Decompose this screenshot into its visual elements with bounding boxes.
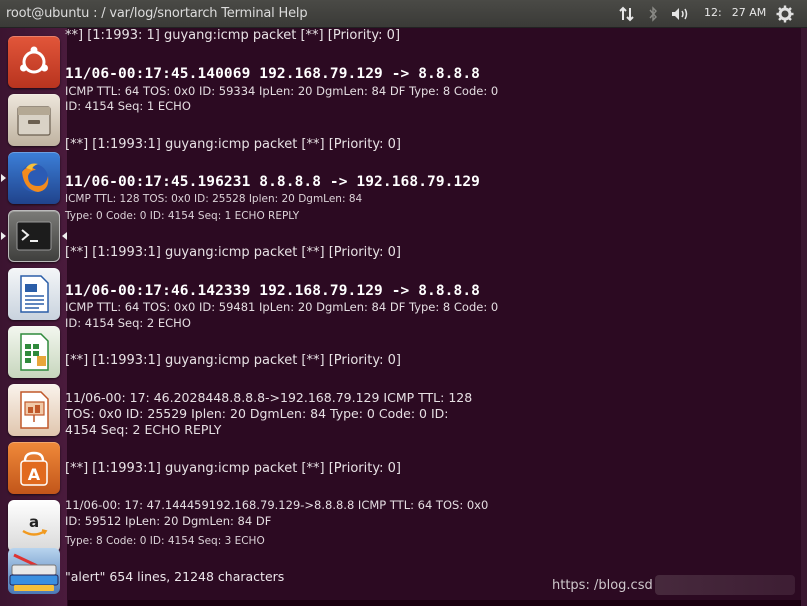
terminal-line: Type: 0 Code: 0 ID: 4154 Seq: 1 ECHO REP… [65, 210, 300, 222]
window-title: root@ubuntu : / var/log/snortarch Termin… [6, 6, 308, 21]
terminal-line: TOS: 0x0 ID: 25529 Iplen: 20 DgmLen: 84 … [65, 406, 449, 421]
terminal-active-pip [62, 232, 67, 240]
svg-text:A: A [28, 465, 41, 484]
terminal-line: ICMP TTL: 128 TOS: 0x0 ID: 25528 Iplen: … [65, 193, 363, 205]
terminal-line: Type: 8 Code: 0 ID: 4154 Seq: 3 ECHO [65, 535, 265, 547]
editor-status-line: "alert" 654 lines, 21248 characters [65, 569, 285, 584]
terminal-line: [**] [1:1993:1] guyang:icmp packet [**] … [65, 461, 401, 476]
watermark-blur [655, 575, 795, 595]
libreoffice-impress-icon[interactable] [8, 384, 60, 436]
bluetooth-icon[interactable] [648, 6, 658, 22]
terminal-line: ID: 4154 Seq: 1 ECHO [65, 99, 191, 113]
terminal-border [801, 28, 807, 606]
terminal-line: 11/06-00: 17: 47.144459192.168.79.129->8… [65, 498, 489, 512]
launcher: A a [0, 28, 68, 606]
clock[interactable]: 12: 27 AM [704, 6, 766, 19]
watermark-text: https: /blog.csd [552, 578, 653, 593]
terminal-line: [**] [1:1993:1] guyang:icmp packet [**] … [65, 245, 401, 260]
terminal-line: 11/06-00:17:46.142339 192.168.79.129 -> … [65, 283, 480, 299]
terminal-icon[interactable] [8, 210, 60, 262]
terminal-line: [**] [1:1993:1] guyang:icmp packet [**] … [65, 353, 401, 368]
files-icon[interactable] [8, 94, 60, 146]
terminal-line: ICMP TTL: 64 TOS: 0x0 ID: 59481 IpLen: 2… [65, 300, 499, 314]
network-icon[interactable] [618, 6, 636, 22]
clock-minute: 27 AM [731, 6, 767, 19]
stacked-windows-icon[interactable] [8, 548, 60, 594]
top-panel: root@ubuntu : / var/log/snortarch Termin… [0, 0, 807, 28]
volume-icon[interactable] [670, 6, 692, 22]
terminal-running-pip-left [1, 232, 6, 240]
terminal-line: 11/06-00:17:45.196231 8.8.8.8 -> 192.168… [65, 174, 480, 190]
ubuntu-dash-icon[interactable] [8, 36, 60, 88]
terminal-line: ID: 4154 Seq: 2 ECHO [65, 316, 191, 330]
libreoffice-calc-icon[interactable] [8, 326, 60, 378]
terminal-line: ID: 59512 IpLen: 20 DgmLen: 84 DF [65, 514, 272, 528]
terminal-line: ICMP TTL: 64 TOS: 0x0 ID: 59334 IpLen: 2… [65, 84, 499, 98]
gear-icon[interactable] [776, 5, 794, 23]
libreoffice-writer-icon[interactable] [8, 268, 60, 320]
terminal-line: 4154 Seq: 2 ECHO REPLY [65, 422, 222, 437]
amazon-icon[interactable]: a [8, 500, 60, 552]
terminal-line: **] [1:1993: 1] guyang:icmp packet [**] … [65, 28, 401, 43]
software-center-icon[interactable]: A [8, 442, 60, 494]
firefox-icon[interactable] [8, 152, 60, 204]
terminal-line: 11/06-00: 17: 46.2028448.8.8.8->192.168.… [65, 390, 473, 405]
svg-text:a: a [29, 513, 39, 531]
terminal-line: [**] [1:1993:1] guyang:icmp packet [**] … [65, 137, 401, 152]
clock-hour: 12: [704, 6, 722, 19]
terminal-line: 11/06-00:17:45.140069 192.168.79.129 -> … [65, 66, 480, 82]
firefox-running-pip [1, 174, 6, 182]
